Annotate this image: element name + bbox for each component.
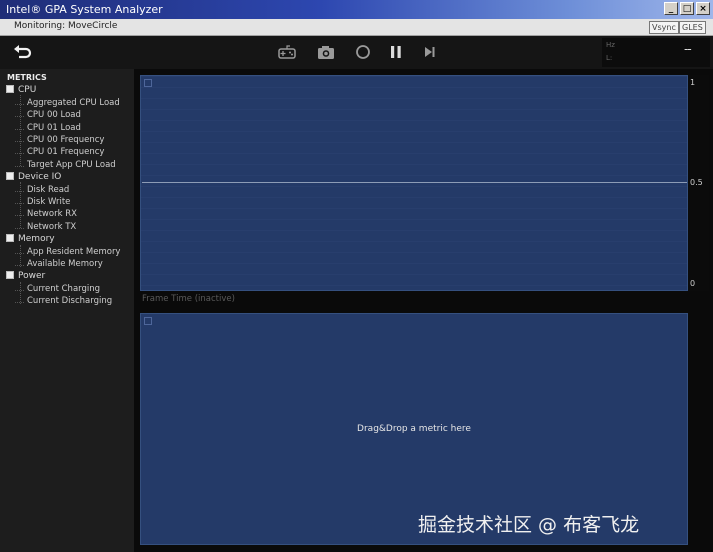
window-title: Intel® GPA System Analyzer [6, 3, 163, 16]
metric-cpu-01-frequency[interactable]: CPU 01 Frequency [14, 147, 104, 157]
vsync-toggle[interactable]: Vsync [649, 21, 679, 34]
frame-readout: Hz L: -- [602, 38, 710, 67]
gles-toggle[interactable]: GLES [679, 21, 706, 34]
category-label: Power [18, 271, 46, 281]
y-tick-min: 0 [690, 279, 696, 288]
collapse-icon[interactable] [6, 270, 14, 279]
minimize-button[interactable]: _ [664, 2, 678, 15]
metric-disk-write[interactable]: Disk Write [14, 197, 70, 207]
tree-guide-memory [20, 245, 22, 267]
camera-icon[interactable] [316, 42, 336, 62]
metrics-sidebar: METRICS CPU Aggregated CPU Load CPU 00 L… [0, 69, 134, 552]
chart-settings-icon[interactable] [144, 317, 152, 325]
title-bar: Intel® GPA System Analyzer _ □ × [0, 0, 713, 19]
step-forward-icon[interactable] [420, 42, 440, 62]
collapse-icon[interactable] [6, 171, 14, 180]
gamepad-icon[interactable] [277, 42, 297, 62]
metric-target-app-cpu-load[interactable]: Target App CPU Load [15, 160, 116, 170]
y-tick-max: 1 [690, 78, 696, 87]
metric-cpu-00-load[interactable]: CPU 00 Load [15, 110, 81, 120]
metric-current-discharging[interactable]: Current Discharging [14, 296, 112, 306]
window-controls: _ □ × [664, 2, 710, 15]
monitoring-label: Monitoring: MoveCircle [14, 21, 118, 31]
chart-settings-icon[interactable] [144, 79, 152, 87]
metric-app-resident-memory[interactable]: App Resident Memory [14, 247, 120, 257]
pause-icon[interactable] [386, 42, 406, 62]
category-memory[interactable]: Memory [6, 233, 55, 244]
metric-cpu-01-load[interactable]: CPU 01 Load [15, 123, 81, 133]
readout-value: -- [684, 42, 692, 56]
category-label: CPU [18, 85, 37, 95]
tree-guide-power [20, 282, 22, 304]
readout-label-hz: Hz [606, 41, 615, 49]
metric-aggregated-cpu-load[interactable]: Aggregated CPU Load [15, 98, 120, 108]
tree-guide-io [20, 182, 22, 228]
metric-available-memory[interactable]: Available Memory [15, 259, 103, 269]
category-device-io[interactable]: Device IO [6, 171, 62, 182]
category-label: Device IO [18, 172, 62, 182]
app-window: Intel® GPA System Analyzer _ □ × Monitor… [0, 0, 713, 552]
category-label: Memory [18, 234, 55, 244]
back-arrow-icon[interactable] [13, 42, 33, 62]
metrics-header: METRICS [7, 73, 47, 82]
close-button[interactable]: × [696, 2, 710, 15]
metric-current-charging[interactable]: Current Charging [14, 284, 100, 294]
category-power[interactable]: Power [6, 270, 46, 281]
frame-time-chart[interactable] [140, 75, 688, 291]
readout-label-l: L: [606, 54, 613, 62]
y-tick-mid: 0.5 [690, 178, 703, 187]
collapse-icon[interactable] [6, 84, 14, 93]
chart-metric-label: Frame Time (inactive) [142, 294, 235, 304]
chart-midline [142, 182, 687, 183]
collapse-icon[interactable] [6, 233, 14, 242]
watermark: 掘金技术社区 @ 布客飞龙 [418, 514, 640, 536]
tree-guide-cpu [20, 95, 22, 166]
drop-hint: Drag&Drop a metric here [357, 424, 471, 434]
maximize-button[interactable]: □ [680, 2, 694, 15]
metric-network-rx[interactable]: Network RX [15, 209, 77, 219]
chart-grid [141, 76, 687, 290]
category-cpu[interactable]: CPU [6, 84, 37, 95]
metric-network-tx[interactable]: Network TX [14, 222, 76, 232]
record-icon[interactable] [353, 42, 373, 62]
monitoring-bar: Monitoring: MoveCircle Vsync GLES [0, 19, 713, 36]
metric-cpu-00-frequency[interactable]: CPU 00 Frequency [14, 135, 104, 145]
metric-disk-read[interactable]: Disk Read [14, 185, 69, 195]
